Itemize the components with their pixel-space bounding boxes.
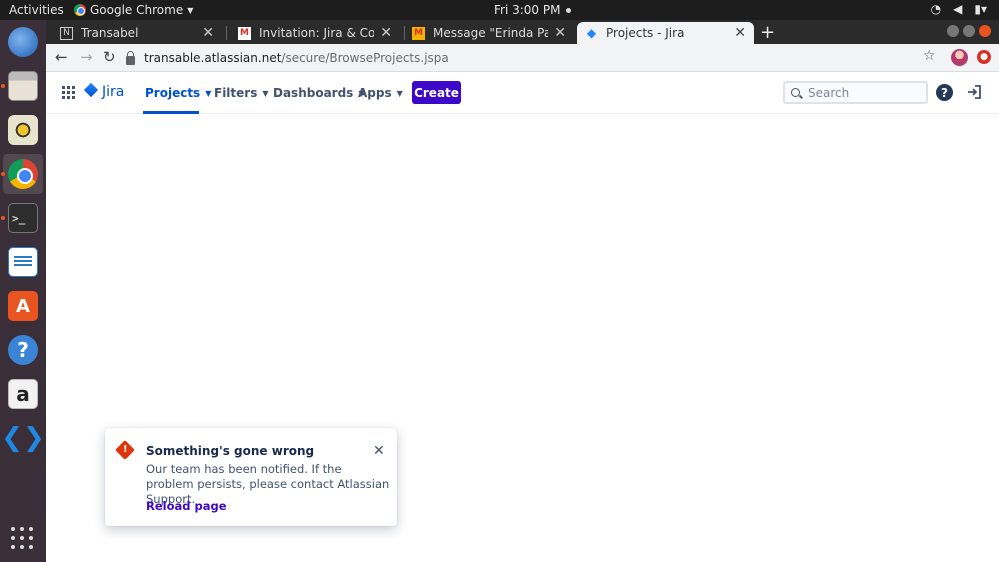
system-tray[interactable]: ◔ ◀ ▮▾ — [931, 2, 987, 16]
tab-title: Projects - Jira — [606, 26, 685, 40]
jira-logo-icon — [84, 85, 98, 99]
battery-icon: ▮▾ — [974, 2, 987, 16]
clock-label: Fri 3:00 PM — [494, 3, 561, 17]
tab-invitation[interactable]: M Invitation: Jira & Confluence ✕ — [230, 22, 400, 44]
files-icon — [8, 71, 38, 101]
reload-icon[interactable]: ↻ — [103, 48, 116, 66]
dock-thunderbird[interactable] — [3, 22, 43, 62]
dock-amazon[interactable]: a — [3, 374, 43, 414]
bookmark-star-icon[interactable]: ☆ — [923, 48, 936, 64]
search-input[interactable] — [808, 85, 918, 100]
chevron-down-icon: ▼ — [205, 88, 212, 98]
url-path: /secure/BrowseProjects.jspa — [281, 51, 449, 65]
close-tab-icon[interactable]: ✕ — [554, 25, 566, 41]
address-bar[interactable]: transable.atlassian.net/secure/BrowsePro… — [126, 47, 946, 69]
volume-icon: ◀ — [953, 2, 963, 16]
log-in-icon[interactable] — [965, 83, 983, 101]
create-button[interactable]: Create — [412, 81, 461, 104]
chevron-down-icon: ▼ — [187, 5, 194, 15]
help-icon: ? — [8, 335, 38, 365]
search-icon — [791, 88, 800, 97]
running-indicator — [1, 216, 5, 220]
dock-terminal[interactable]: >_ — [1, 198, 43, 238]
maximize-icon[interactable] — [963, 25, 975, 37]
dock-rhythmbox[interactable] — [3, 110, 43, 150]
dock-vscode[interactable]: ❮❯ — [1, 418, 45, 458]
minimize-icon[interactable] — [947, 25, 959, 37]
nav-dashboards-label: Dashboards — [273, 86, 354, 100]
running-indicator — [1, 84, 5, 88]
nav-filters[interactable]: Filters ▼ — [214, 86, 269, 100]
chrome-icon — [8, 159, 38, 189]
clock[interactable]: Fri 3:00 PM — [494, 3, 572, 17]
browser-toolbar: ← → ↻ transable.atlassian.net/secure/Bro… — [46, 44, 999, 72]
vscode-icon: ❮❯ — [1, 423, 45, 453]
dock-software[interactable]: A — [3, 286, 43, 326]
chevron-down-icon: ▼ — [262, 88, 269, 98]
app-switcher-icon[interactable] — [62, 86, 75, 99]
tab-message[interactable]: M Message "Erinda Pathak f ✕ — [404, 22, 574, 44]
system-top-bar: Activities Google Chrome ▼ Fri 3:00 PM ◔… — [0, 0, 999, 20]
amazon-icon: a — [8, 379, 38, 409]
nav-apps[interactable]: Apps ▼ — [358, 86, 403, 100]
chrome-icon — [74, 4, 86, 16]
running-indicator — [1, 172, 5, 176]
show-applications-icon[interactable] — [11, 527, 35, 551]
reload-page-link[interactable]: Reload page — [146, 499, 227, 513]
wifi-icon: ◔ — [930, 2, 942, 16]
nav-projects-label: Projects — [145, 86, 201, 100]
close-tab-icon[interactable]: ✕ — [202, 25, 214, 41]
nav-apps-label: Apps — [358, 86, 392, 100]
nav-filters-label: Filters — [214, 86, 258, 100]
thunderbird-icon — [8, 27, 38, 57]
dock-files[interactable] — [1, 66, 43, 106]
app-menu-label: Google Chrome — [90, 3, 184, 17]
close-window-icon[interactable] — [979, 25, 991, 37]
help-icon[interactable]: ? — [936, 84, 953, 101]
search-box[interactable] — [783, 81, 928, 104]
tab-strip: N Transabel ✕ M Invitation: Jira & Confl… — [46, 20, 999, 44]
gmail-icon: M — [238, 26, 251, 40]
lock-icon — [126, 50, 135, 65]
close-tab-icon[interactable]: ✕ — [380, 25, 392, 41]
flag-title: Something's gone wrong — [146, 444, 315, 458]
error-flag: ! Something's gone wrong ✕ Our team has … — [105, 428, 397, 526]
tab-title: Invitation: Jira & Confluence — [259, 26, 375, 40]
close-tab-icon[interactable]: ✕ — [734, 25, 746, 41]
rhythmbox-icon — [8, 115, 38, 145]
nav-projects[interactable]: Projects ▼ — [145, 86, 211, 100]
app-menu[interactable]: Google Chrome ▼ — [74, 3, 193, 17]
extension-icon[interactable]: ● — [977, 50, 991, 64]
forward-icon[interactable]: → — [80, 48, 93, 66]
tab-title: Transabel — [81, 26, 139, 40]
activities-button[interactable]: Activities — [9, 3, 64, 17]
tab-transabel[interactable]: N Transabel ✕ — [52, 22, 222, 44]
dock-help[interactable]: ? — [3, 330, 43, 370]
close-icon[interactable]: ✕ — [373, 443, 385, 459]
active-nav-indicator — [143, 111, 199, 114]
tab-title: Message "Erinda Pathak f — [433, 26, 549, 40]
writer-icon — [8, 247, 38, 277]
window-controls — [947, 25, 991, 37]
terminal-icon: >_ — [8, 203, 38, 233]
software-icon: A — [8, 291, 38, 321]
exclamation-icon: ! — [123, 444, 128, 455]
mail-icon: M — [412, 26, 425, 40]
url-host: transable.atlassian.net — [144, 51, 282, 65]
jira-logo-text: Jira — [102, 84, 125, 100]
jira-top-nav: Jira Projects ▼ Filters ▼ Dashboards ▼ A… — [46, 72, 999, 114]
nav-dashboards[interactable]: Dashboards ▼ — [273, 86, 364, 100]
jira-favicon-icon: ◆ — [586, 26, 597, 40]
dock-chrome[interactable] — [1, 154, 43, 194]
dock-writer[interactable] — [3, 242, 43, 282]
notification-dot-icon — [566, 7, 572, 13]
jira-logo[interactable]: Jira — [84, 84, 124, 100]
dock: >_ A ? a ❮❯ — [0, 20, 46, 562]
tab-projects-jira[interactable]: ◆ Projects - Jira ✕ — [577, 22, 754, 44]
chevron-down-icon: ▼ — [396, 88, 403, 98]
profile-avatar[interactable] — [951, 49, 968, 66]
new-tab-icon[interactable]: + — [760, 22, 775, 43]
back-icon[interactable]: ← — [55, 48, 68, 66]
notion-favicon-icon: N — [60, 26, 73, 40]
